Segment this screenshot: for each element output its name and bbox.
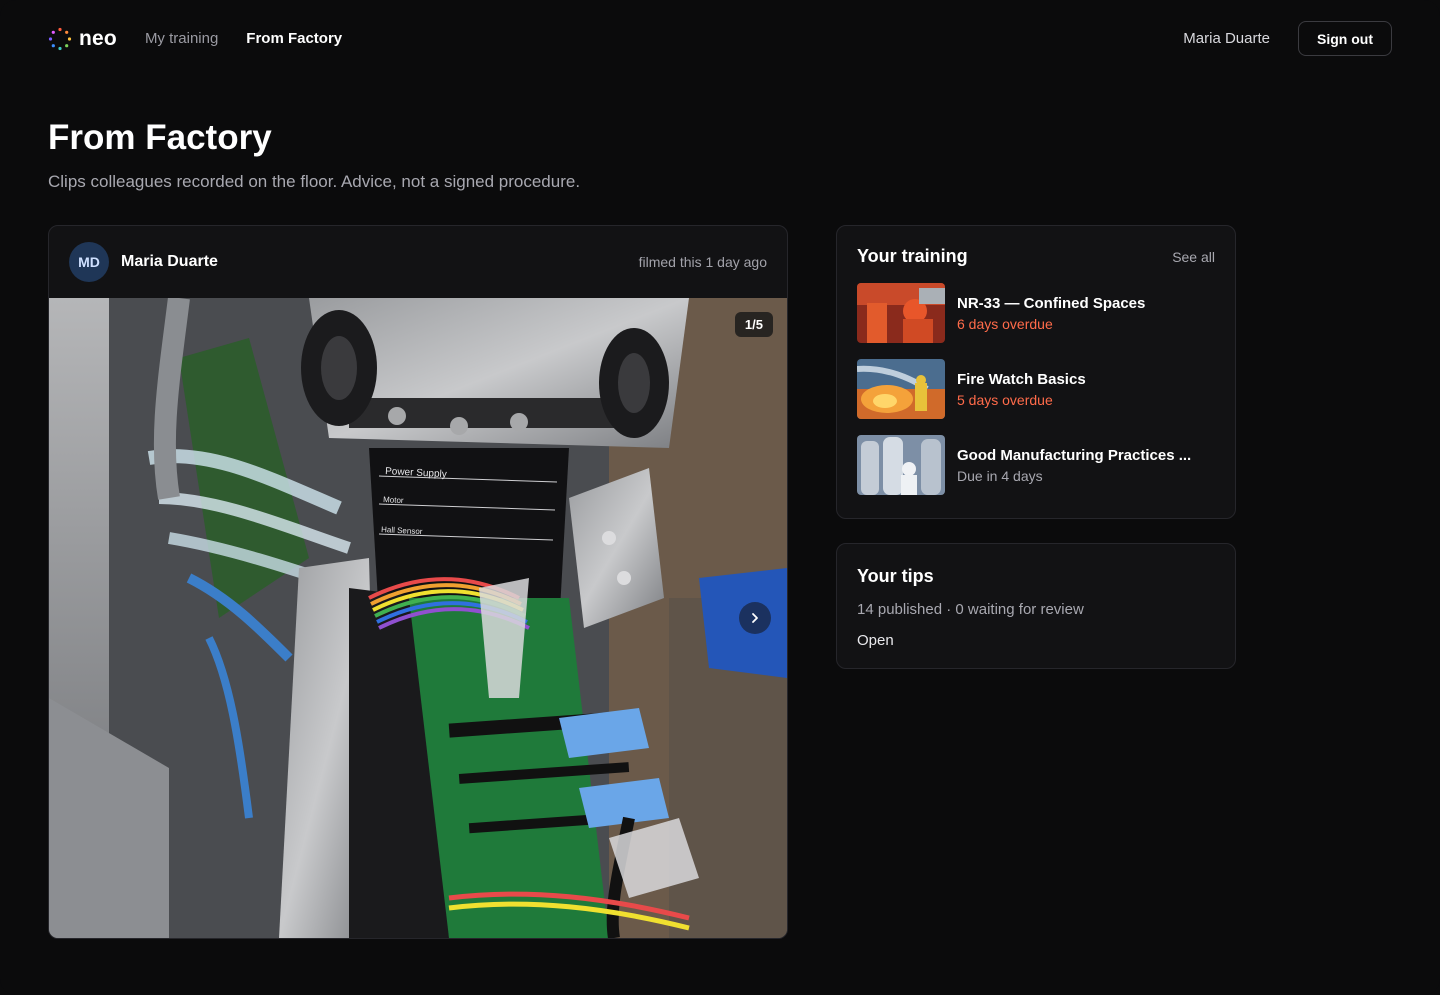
- top-nav: neo My training From Factory Maria Duart…: [48, 20, 1392, 57]
- avatar[interactable]: MD: [69, 242, 109, 282]
- next-clip-button[interactable]: [739, 602, 771, 634]
- page-subtitle: Clips colleagues recorded on the floor. …: [48, 172, 581, 191]
- nav-my-training[interactable]: My training: [145, 30, 218, 47]
- training-thumbnail: [857, 283, 945, 343]
- sign-out-button[interactable]: Sign out: [1298, 21, 1392, 56]
- training-item-fire-watch[interactable]: Fire Watch Basics 5 days overdue: [837, 359, 1235, 419]
- tips-stats: 14 published · 0 waiting for review: [857, 601, 1084, 618]
- post-card: MD Maria Duarte filmed this 1 day ago Po…: [48, 225, 788, 939]
- tips-card-title: Your tips: [857, 566, 934, 586]
- page-title: From Factory: [48, 118, 272, 157]
- post-timestamp: filmed this 1 day ago: [638, 254, 767, 270]
- tips-card: Your tips 14 published · 0 waiting for r…: [836, 543, 1236, 669]
- training-thumbnail: [857, 435, 945, 495]
- training-item-title: Fire Watch Basics: [957, 370, 1086, 388]
- clip-photo: Power Supply Motor Hall Sensor: [49, 298, 787, 938]
- clip-counter: 1/5: [734, 312, 773, 337]
- brand[interactable]: neo: [48, 27, 117, 51]
- training-card-header: Your training See all: [837, 226, 1235, 267]
- confined-space-photo: [857, 283, 945, 343]
- training-item-status: Due in 4 days: [957, 467, 1043, 484]
- training-item-title: NR-33 — Confined Spaces: [957, 294, 1146, 312]
- manufacturing-photo: [857, 435, 945, 495]
- training-thumbnail: [857, 359, 945, 419]
- clip-media[interactable]: Power Supply Motor Hall Sensor 1/5: [49, 298, 787, 938]
- see-all-link[interactable]: See all: [1172, 249, 1215, 265]
- training-item-text: Good Manufacturing Practices ... Due in …: [957, 447, 1191, 484]
- neo-logo-icon: [48, 27, 72, 50]
- user-name: Maria Duarte: [1183, 30, 1270, 47]
- training-card: Your training See all NR-33 — Confined S…: [836, 225, 1236, 519]
- training-item-text: Fire Watch Basics 5 days overdue: [957, 371, 1086, 408]
- training-card-title: Your training: [857, 246, 968, 266]
- nav-from-factory[interactable]: From Factory: [246, 30, 342, 47]
- training-item-title: Good Manufacturing Practices ...: [957, 446, 1192, 464]
- training-item-nr33[interactable]: NR-33 — Confined Spaces 6 days overdue: [837, 283, 1235, 343]
- training-item-gmp[interactable]: Good Manufacturing Practices ... Due in …: [837, 435, 1235, 495]
- post-author[interactable]: Maria Duarte: [121, 253, 218, 271]
- training-item-status: 5 days overdue: [957, 391, 1053, 408]
- post-header: MD Maria Duarte filmed this 1 day ago: [49, 226, 787, 298]
- fire-watch-photo: [857, 359, 945, 419]
- training-item-text: NR-33 — Confined Spaces 6 days overdue: [957, 295, 1145, 332]
- brand-name: neo: [79, 26, 117, 50]
- training-item-status: 6 days overdue: [957, 315, 1053, 332]
- chevron-right-icon: [752, 613, 758, 623]
- app-window: neo My training From Factory Maria Duart…: [0, 0, 1440, 995]
- tips-open-link[interactable]: Open: [857, 632, 894, 649]
- panel-label-motor: Motor: [383, 495, 404, 505]
